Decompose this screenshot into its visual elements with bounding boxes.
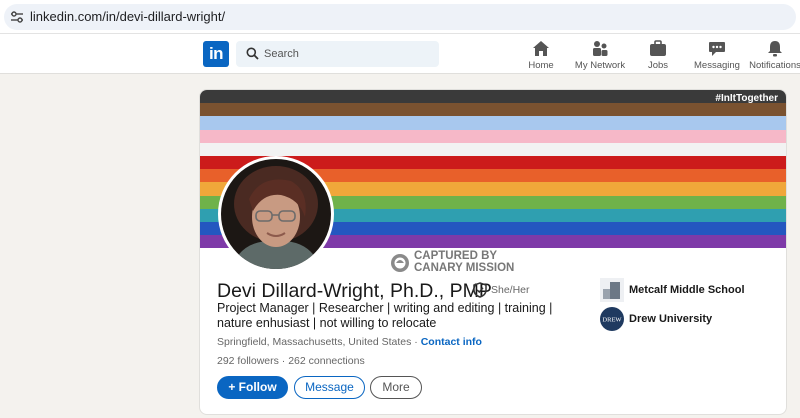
org-name: Metcalf Middle School (629, 284, 745, 296)
search-input[interactable] (264, 41, 434, 67)
top-navigation: in Home My Network Jobs Messaging (0, 34, 800, 74)
svg-text:DREW: DREW (602, 317, 622, 324)
org-name: Drew University (629, 313, 713, 325)
browser-address-bar: linkedin.com/in/devi-dillard-wright/ (0, 0, 800, 34)
banner-stripe (200, 142, 786, 156)
watermark-text: CAPTURED BY CANARY MISSION (414, 250, 515, 274)
profile-headline: Project Manager | Researcher | writing a… (217, 301, 553, 330)
follow-stats: 292 followers · 262 connections (217, 355, 365, 367)
bell-icon (768, 41, 782, 57)
home-icon (533, 41, 549, 56)
search-box[interactable] (236, 41, 439, 67)
university-logo-icon: DREW (600, 307, 624, 331)
site-settings-icon[interactable] (10, 10, 24, 24)
briefcase-icon (650, 40, 666, 56)
banner-stripe (200, 103, 786, 117)
avatar-portrait-icon (221, 159, 331, 269)
network-icon (593, 41, 608, 56)
location-text: Springfield, Massachusetts, United State… (217, 336, 412, 348)
follow-button[interactable]: + Follow (217, 376, 288, 399)
url-text[interactable]: linkedin.com/in/devi-dillard-wright/ (30, 10, 225, 24)
banner-stripe (200, 129, 786, 143)
profile-photo[interactable] (218, 156, 334, 272)
nav-notifications-label: Notifications (749, 60, 800, 71)
canary-mission-logo-icon (391, 254, 409, 272)
connections-count[interactable]: 262 connections (288, 355, 364, 367)
verified-shield-icon[interactable] (473, 282, 487, 298)
profile-card: #InItTogether CAPTURED BYCANARY MISSION (199, 89, 787, 415)
watermark: CAPTURED BY CANARY MISSION (390, 250, 530, 276)
banner-stripe (200, 116, 786, 130)
message-button[interactable]: Message (294, 376, 365, 399)
nav-notifications[interactable]: Notifications (740, 38, 800, 72)
contact-info-link[interactable]: Contact info (421, 336, 482, 348)
profile-name: Devi Dillard-Wright, Ph.D., PMP (217, 280, 492, 302)
banner-stripe (200, 90, 786, 104)
search-icon (246, 47, 259, 60)
followers-count[interactable]: 292 followers (217, 355, 279, 367)
chat-icon (709, 42, 725, 56)
school-logo-icon (600, 278, 624, 302)
location-row: Springfield, Massachusetts, United State… (217, 336, 482, 348)
banner-hashtag: #InItTogether (715, 93, 778, 104)
pronouns: She/Her (491, 284, 530, 296)
more-button[interactable]: More (370, 376, 422, 399)
linkedin-logo[interactable]: in (203, 41, 229, 67)
